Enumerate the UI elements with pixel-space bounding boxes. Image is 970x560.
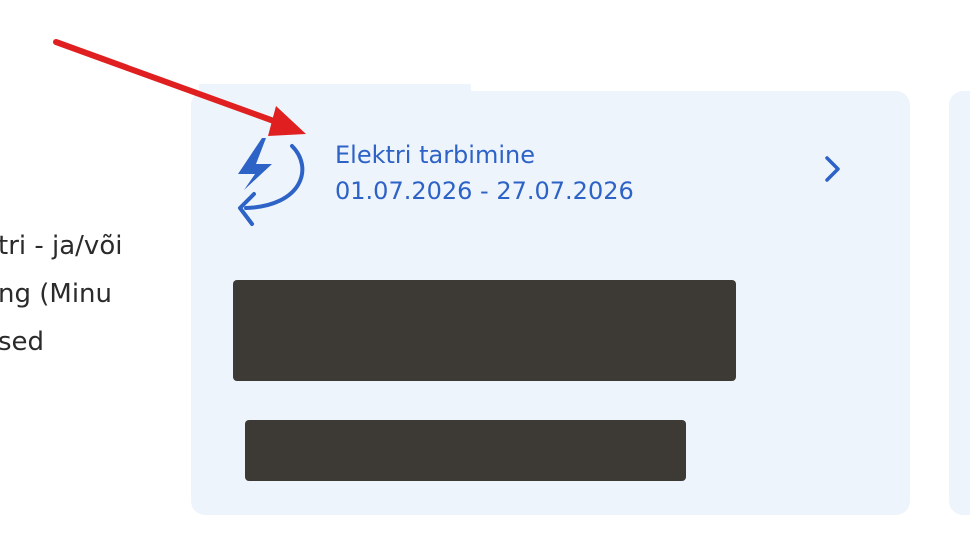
description-text: tri - ja/või ng (Minu sed xyxy=(0,222,183,366)
description-line-3: sed xyxy=(0,327,45,357)
electricity-usage-icon xyxy=(238,138,305,226)
screen: tri - ja/või ng (Minu sed Elektri tarbim… xyxy=(0,0,970,560)
redacted-block-1 xyxy=(233,280,736,381)
next-card-partial[interactable] xyxy=(949,91,970,515)
description-line-1: tri - ja/või xyxy=(0,231,123,261)
description-line-2: ng (Minu xyxy=(0,279,113,309)
card-title: Elektri tarbimine xyxy=(335,141,535,169)
card-period: 01.07.2026 - 27.07.2026 xyxy=(335,177,634,205)
lightning-bolt-icon xyxy=(238,138,272,190)
redacted-block-2 xyxy=(245,420,686,481)
chevron-right-icon[interactable] xyxy=(818,152,848,186)
